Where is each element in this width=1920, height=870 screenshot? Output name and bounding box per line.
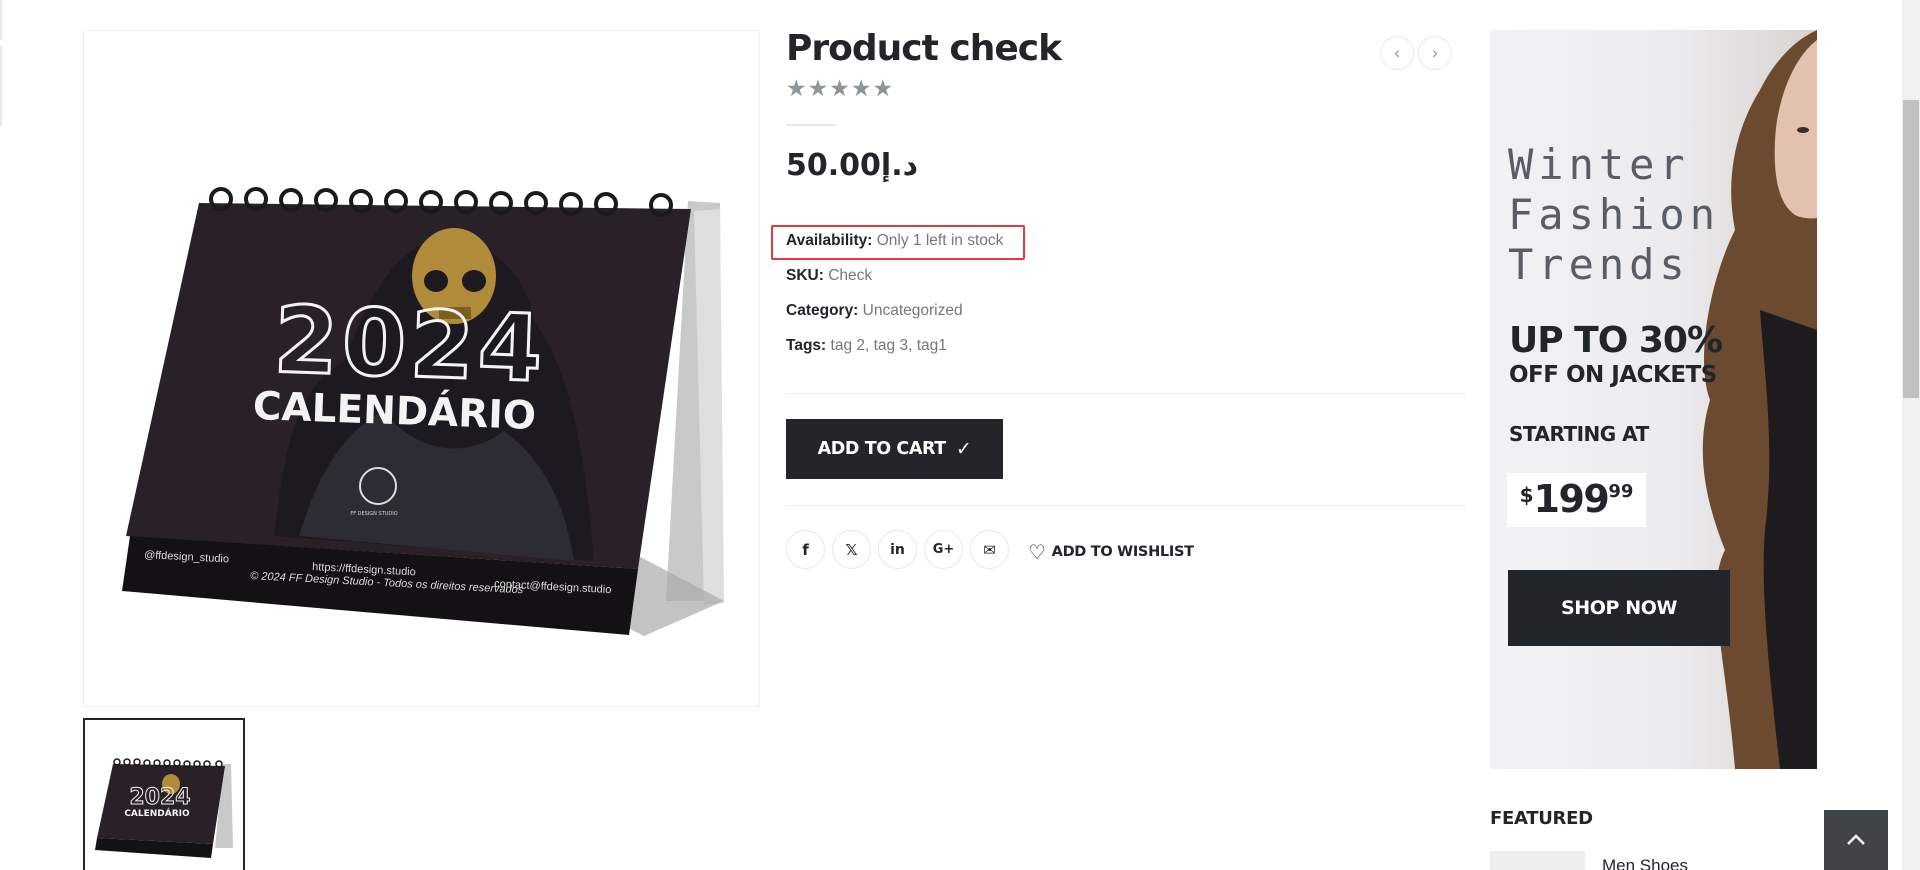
chevron-left-icon[interactable]: ‹ xyxy=(1380,36,1414,70)
banner-price-currency: $ xyxy=(1519,483,1534,507)
product-price: 50.00د.إ xyxy=(786,148,918,183)
scrollbar-thumb[interactable] xyxy=(1903,100,1919,398)
page-edge-mark xyxy=(0,0,2,40)
product-nav: ‹ › xyxy=(1380,36,1452,70)
sku-value: Check xyxy=(828,267,873,284)
shop-now-button[interactable]: SHOP NOW xyxy=(1508,570,1730,646)
email-icon[interactable]: ✉ xyxy=(970,530,1009,569)
google-plus-icon[interactable]: G+ xyxy=(924,530,963,569)
chevron-up-icon xyxy=(1847,834,1865,845)
heart-icon: ♡ xyxy=(1028,540,1046,564)
page-edge-mark xyxy=(0,46,2,126)
share-links: f 𝕏 in G+ ✉ xyxy=(786,530,1009,569)
divider xyxy=(786,393,1465,394)
category-line: Category: Uncategorized xyxy=(786,302,963,320)
banner-model-eye xyxy=(1797,127,1809,133)
chevron-right-icon[interactable]: › xyxy=(1418,36,1452,70)
thumb-year: 2024 xyxy=(129,785,190,810)
product-thumbnail[interactable]: 2024 CALENDÁRIO xyxy=(83,718,245,870)
add-to-wishlist-button[interactable]: ♡ ADD TO WISHLIST xyxy=(1028,540,1194,564)
featured-item-name[interactable]: Men Shoes xyxy=(1602,856,1688,870)
product-main-image[interactable]: 2024 CALENDÁRIO FF DESIGN STUDIO @ffdesi… xyxy=(83,30,760,707)
title-divider xyxy=(786,124,836,126)
banner-script-text: Winter Fashion Trends xyxy=(1508,140,1720,290)
sku-label: SKU: xyxy=(786,267,824,284)
calendar-thumbnail-image: 2024 CALENDÁRIO xyxy=(95,758,233,858)
studio-logo-text: FF DESIGN STUDIO xyxy=(350,511,397,517)
tags-label: Tags: xyxy=(786,337,827,354)
back-to-top-button[interactable] xyxy=(1824,810,1888,870)
promo-banner[interactable]: Winter Fashion Trends UP TO 30% OFF ON J… xyxy=(1490,30,1817,769)
tags-line: Tags: tag 2, tag 3, tag1 xyxy=(786,337,947,354)
featured-heading: FEATURED xyxy=(1490,808,1593,829)
product-rating-stars[interactable]: ★★★★★ xyxy=(786,76,894,102)
sku-line: SKU: Check xyxy=(786,267,872,285)
divider xyxy=(786,505,1465,506)
facebook-icon[interactable]: f xyxy=(786,530,825,569)
calendar-skull-eye xyxy=(462,270,486,292)
banner-price-main: 199 xyxy=(1533,477,1610,521)
product-title: Product check xyxy=(786,28,1062,69)
banner-headline: UP TO 30% xyxy=(1509,320,1723,361)
add-to-cart-button[interactable]: ADD TO CART ✓ xyxy=(786,419,1003,479)
calendar-image: 2024 CALENDÁRIO FF DESIGN STUDIO @ffdesi… xyxy=(122,187,724,636)
banner-script-line: Winter xyxy=(1508,140,1690,189)
check-icon: ✓ xyxy=(955,438,972,460)
add-to-wishlist-label: ADD TO WISHLIST xyxy=(1051,544,1194,560)
availability-highlight-box xyxy=(771,225,1025,260)
tag-link[interactable]: tag 3 xyxy=(874,337,908,354)
banner-price-cents: 99 xyxy=(1608,481,1634,502)
linkedin-icon[interactable]: in xyxy=(878,530,917,569)
category-link[interactable]: Uncategorized xyxy=(863,302,963,319)
banner-script-line: Trends xyxy=(1508,240,1690,289)
banner-script-line: Fashion xyxy=(1508,190,1721,239)
banner-starting-at: STARTING AT xyxy=(1509,422,1649,446)
thumb-title: CALENDÁRIO xyxy=(124,807,190,819)
tag-link[interactable]: tag 2 xyxy=(831,337,865,354)
tag-link[interactable]: tag1 xyxy=(917,337,947,354)
add-to-cart-label: ADD TO CART xyxy=(817,439,947,459)
banner-price: $ 199 99 xyxy=(1507,473,1646,527)
featured-item-thumbnail[interactable] xyxy=(1490,851,1585,870)
calendar-skull-eye xyxy=(424,270,448,292)
banner-subline: OFF ON JACKETS xyxy=(1509,362,1717,388)
x-twitter-icon[interactable]: 𝕏 xyxy=(832,530,871,569)
category-label: Category: xyxy=(786,302,859,319)
